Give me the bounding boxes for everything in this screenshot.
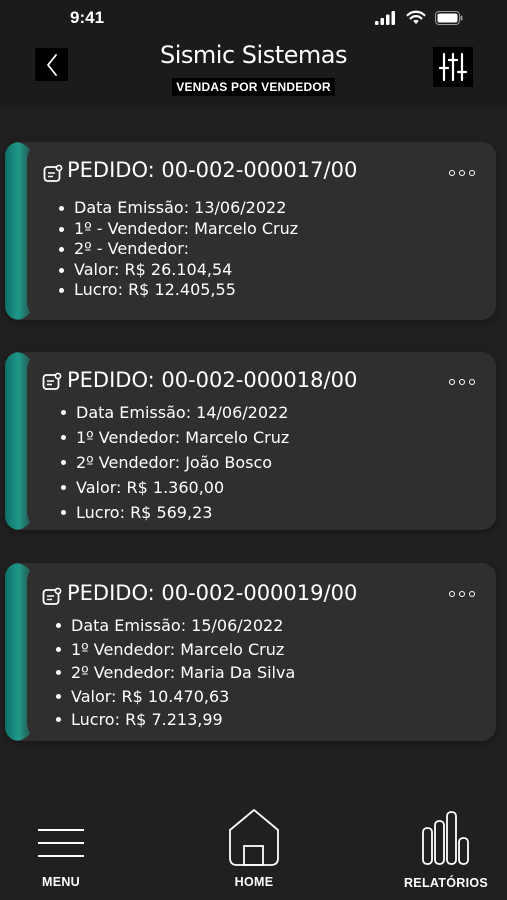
order-card[interactable]: PEDIDO: 00-002-000018/00 Data Emissão: 1… — [5, 352, 496, 530]
more-dot — [469, 170, 475, 176]
order-title: PEDIDO: 00-002-000017/00 — [67, 158, 358, 182]
order-seller-2: 2º Vendedor: Maria Da Silva — [54, 661, 295, 685]
more-dot — [469, 591, 475, 597]
home-icon — [229, 809, 279, 866]
status-icons — [375, 10, 463, 25]
order-seller-1: 1º - Vendedor: Marcelo Cruz — [57, 219, 298, 240]
nav-menu-label: MENU — [41, 875, 80, 889]
nav-home-label: HOME — [234, 875, 274, 889]
order-seller-2: 2º Vendedor: João Bosco — [59, 450, 289, 475]
sliders-icon — [438, 52, 468, 82]
more-dot — [449, 170, 455, 176]
order-details: Data Emissão: 15/06/2022 1º Vendedor: Ma… — [54, 614, 295, 732]
order-date: Data Emissão: 15/06/2022 — [54, 614, 295, 638]
hamburger-icon — [38, 829, 84, 857]
order-title: PEDIDO: 00-002-000019/00 — [67, 581, 358, 605]
order-card[interactable]: PEDIDO: 00-002-000017/00 Data Emissão: 1… — [5, 142, 496, 320]
order-details: Data Emissão: 14/06/2022 1º Vendedor: Ma… — [59, 400, 289, 525]
more-dot — [469, 379, 475, 385]
filter-button[interactable] — [433, 47, 473, 87]
order-seller-2: 2º - Vendedor: — [57, 239, 298, 260]
wifi-icon — [406, 10, 426, 24]
subtitle-wrap: VENDAS POR VENDEDOR — [0, 76, 507, 96]
status-bar: 9:41 — [0, 0, 507, 36]
order-date: Data Emissão: 13/06/2022 — [57, 198, 298, 219]
nav-reports-button[interactable]: RELATÓRIOS — [402, 810, 490, 890]
order-profit: Lucro: R$ 569,23 — [59, 500, 289, 525]
order-title: PEDIDO: 00-002-000018/00 — [67, 368, 358, 392]
order-icon — [43, 164, 63, 182]
more-options-button[interactable] — [449, 375, 475, 389]
order-seller-1: 1º Vendedor: Marcelo Cruz — [54, 638, 295, 662]
order-icon — [42, 372, 62, 390]
order-seller-1: 1º Vendedor: Marcelo Cruz — [59, 425, 289, 450]
order-date: Data Emissão: 14/06/2022 — [59, 400, 289, 425]
nav-reports-label: RELATÓRIOS — [403, 876, 489, 890]
battery-icon — [435, 10, 463, 25]
more-dot — [459, 591, 465, 597]
more-dot — [459, 170, 465, 176]
app-header: Sismic Sistemas VENDAS POR VENDEDOR — [0, 36, 507, 108]
nav-menu-button[interactable]: MENU — [36, 828, 86, 889]
order-value: Valor: R$ 26.104,54 — [57, 260, 298, 281]
bar-chart-icon — [422, 811, 469, 865]
more-dot — [449, 379, 455, 385]
bottom-nav: MENU HOME RELATÓRIOS — [0, 790, 507, 900]
order-value: Valor: R$ 10.470,63 — [54, 685, 295, 709]
status-time: 9:41 — [70, 8, 105, 27]
order-value: Valor: R$ 1.360,00 — [59, 475, 289, 500]
order-profit: Lucro: R$ 7.213,99 — [54, 708, 295, 732]
order-card[interactable]: PEDIDO: 00-002-000019/00 Data Emissão: 1… — [5, 563, 496, 741]
more-dot — [459, 379, 465, 385]
more-options-button[interactable] — [449, 166, 475, 180]
more-dot — [449, 591, 455, 597]
order-icon — [42, 587, 62, 605]
page-subtitle: VENDAS POR VENDEDOR — [172, 78, 335, 96]
more-options-button[interactable] — [449, 587, 475, 601]
order-profit: Lucro: R$ 12.405,55 — [57, 280, 298, 301]
nav-home-button[interactable]: HOME — [225, 808, 283, 889]
app-title: Sismic Sistemas — [160, 41, 347, 69]
signal-icon — [375, 10, 395, 25]
order-details: Data Emissão: 13/06/2022 1º - Vendedor: … — [57, 198, 298, 301]
